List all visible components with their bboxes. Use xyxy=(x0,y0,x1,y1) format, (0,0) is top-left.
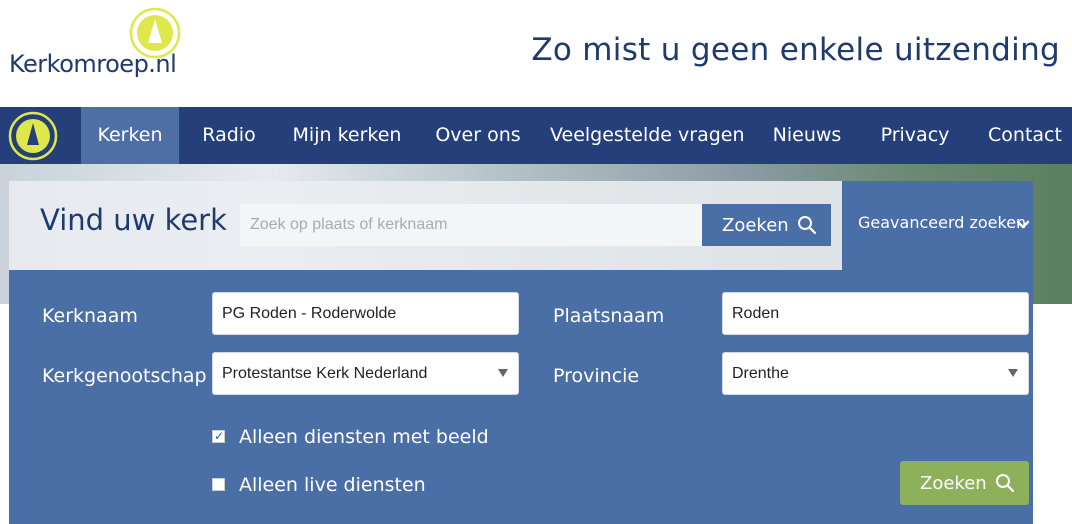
search-icon xyxy=(996,474,1015,493)
checkbox-alleen-beeld-label[interactable]: Alleen diensten met beeld xyxy=(239,426,489,448)
kerkgenootschap-label: Kerkgenootschap xyxy=(42,365,207,387)
dropdown-arrow-icon xyxy=(1008,369,1018,377)
dropdown-arrow-icon xyxy=(498,369,508,377)
kerknaam-input[interactable] xyxy=(212,292,519,335)
provincie-selected-value: Drenthe xyxy=(732,365,789,382)
provincie-select[interactable]: Drenthe xyxy=(722,352,1029,395)
site-tagline: Zo mist u geen enkele uitzending xyxy=(531,32,1060,68)
kerkgenootschap-select[interactable]: Protestantse Kerk Nederland xyxy=(212,352,519,395)
search-input[interactable] xyxy=(240,204,703,246)
nav-item-mijn-kerken[interactable]: Mijn kerken xyxy=(288,107,406,164)
advanced-submit-label: Zoeken xyxy=(920,472,987,494)
checkbox-alleen-live[interactable] xyxy=(212,478,225,491)
checkbox-alleen-live-label[interactable]: Alleen live diensten xyxy=(239,474,426,496)
checkbox-alleen-beeld[interactable]: ✓ xyxy=(212,429,225,443)
advanced-search-toggle[interactable]: Geavanceerd zoeken xyxy=(858,213,1026,232)
checkmark-icon: ✓ xyxy=(214,429,225,443)
nav-item-nieuws[interactable]: Nieuws xyxy=(764,107,850,164)
search-button[interactable]: Zoeken xyxy=(702,204,831,246)
plaatsnaam-input[interactable] xyxy=(722,292,1029,335)
broadcast-logo-icon[interactable] xyxy=(129,7,181,59)
nav-home-logo-icon[interactable] xyxy=(8,111,58,161)
search-button-label: Zoeken xyxy=(722,214,789,236)
chevron-down-icon[interactable] xyxy=(1016,218,1030,232)
nav-item-privacy[interactable]: Privacy xyxy=(874,107,956,164)
kerknaam-label: Kerknaam xyxy=(42,305,138,327)
nav-item-radio[interactable]: Radio xyxy=(190,107,268,164)
search-title: Vind uw kerk xyxy=(40,203,227,237)
advanced-search-submit-button[interactable]: Zoeken xyxy=(900,461,1029,505)
nav-item-over-ons[interactable]: Over ons xyxy=(428,107,528,164)
nav-item-veelgestelde-vragen[interactable]: Veelgestelde vragen xyxy=(550,107,745,164)
nav-item-contact[interactable]: Contact xyxy=(980,107,1070,164)
nav-item-kerken[interactable]: Kerken xyxy=(81,107,179,164)
search-icon xyxy=(798,216,817,235)
kerkgenootschap-selected-value: Protestantse Kerk Nederland xyxy=(222,365,428,382)
provincie-label: Provincie xyxy=(553,365,640,387)
plaatsnaam-label: Plaatsnaam xyxy=(553,305,665,327)
